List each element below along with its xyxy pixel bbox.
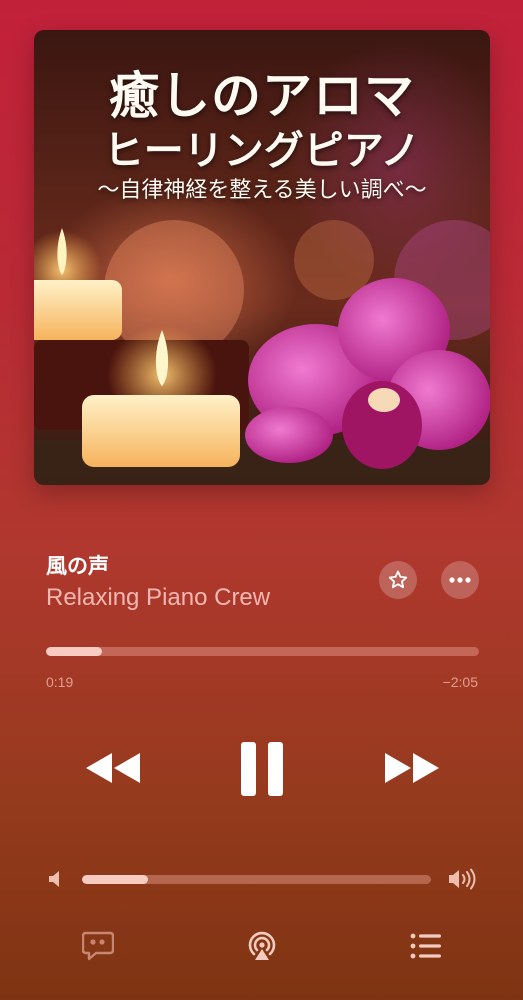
speaker-low-icon xyxy=(49,871,59,887)
volume-low-indicator xyxy=(47,870,63,893)
fast-forward-icon xyxy=(385,753,439,783)
more-options-button[interactable] xyxy=(441,561,479,599)
speaker-high-icon xyxy=(449,868,476,890)
playback-progress-bar[interactable] xyxy=(46,647,479,656)
album-artwork[interactable]: 癒しのアロマ ヒーリングピアノ 〜自律神経を整える美しい調べ〜 xyxy=(34,30,490,485)
pause-button[interactable] xyxy=(240,741,284,802)
airplay-button[interactable] xyxy=(246,930,278,967)
volume-high-indicator xyxy=(447,868,477,895)
pause-icon xyxy=(241,742,283,796)
album-subtitle: 〜自律神経を整える美しい調べ〜 xyxy=(97,178,427,203)
airplay-icon xyxy=(248,931,276,960)
fast-forward-button[interactable] xyxy=(383,750,441,791)
track-title: 風の声 xyxy=(46,555,109,578)
ellipsis-icon xyxy=(449,577,471,583)
volume-slider-fill xyxy=(82,875,149,884)
volume-slider[interactable] xyxy=(82,875,431,884)
album-title-line2: ヒーリングピアノ xyxy=(103,127,421,174)
lyrics-quote-icon xyxy=(81,931,115,961)
track-artist[interactable]: Relaxing Piano Crew xyxy=(46,584,270,612)
elapsed-time: 0:19 xyxy=(46,674,74,690)
remaining-time: −2:05 xyxy=(442,674,478,690)
queue-button[interactable] xyxy=(410,933,442,964)
rewind-button[interactable] xyxy=(84,750,142,791)
rewind-icon xyxy=(86,753,140,783)
playback-progress-fill xyxy=(46,647,103,656)
queue-list-icon xyxy=(410,933,441,959)
favorite-button[interactable] xyxy=(379,561,417,599)
star-icon xyxy=(388,570,408,589)
lyrics-button[interactable] xyxy=(81,931,115,966)
